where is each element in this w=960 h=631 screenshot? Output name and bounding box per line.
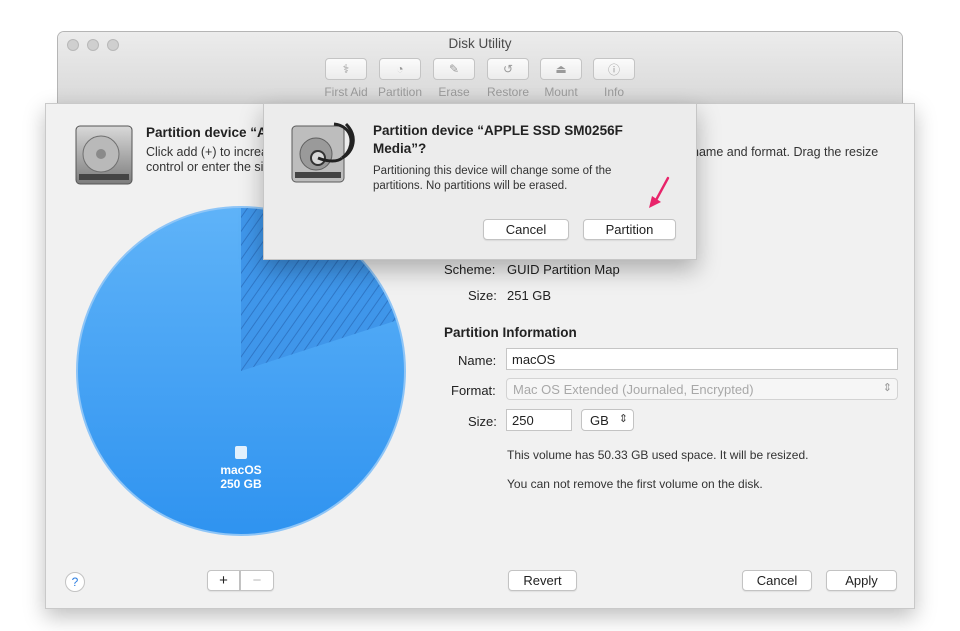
window-title: Disk Utility (448, 36, 512, 51)
restore-icon: ↺ (487, 58, 529, 80)
remove-partition-button[interactable]: − (240, 570, 274, 591)
toolbar-mount[interactable]: ⏏ Mount (534, 58, 588, 99)
toolbar-first-aid[interactable]: ⚕ First Aid (319, 58, 373, 99)
mount-icon: ⏏ (540, 58, 582, 80)
dialog-title-line1: Partition device “APPLE SSD SM0256F (373, 123, 623, 138)
toolbar-partition[interactable]: ◔ Partition (373, 58, 427, 99)
name-label: Name: (458, 353, 497, 368)
toolbar-restore[interactable]: ↺ Restore (481, 58, 535, 99)
dialog-cancel-button[interactable]: Cancel (483, 219, 569, 240)
stethoscope-icon: ⚕ (325, 58, 367, 80)
info-icon: ⓘ (593, 58, 635, 80)
pie-volume-size: 250 GB (220, 477, 262, 491)
updown-chevron-icon: ⇕ (618, 413, 628, 425)
partition-icon: ◔ (379, 58, 421, 80)
toolbar-label: First Aid (324, 85, 368, 99)
disk-size-value: 251 GB (507, 288, 552, 303)
dialog-title-line2: Media”? (373, 141, 427, 156)
disk-size-label: Size: (468, 288, 497, 303)
hard-drive-icon (75, 125, 133, 185)
pie-volume-name: macOS (220, 463, 261, 477)
toolbar-label: Partition (377, 85, 423, 99)
partition-info-title: Partition Information (444, 325, 577, 340)
sheet-description-line2: control or enter the siz (146, 160, 270, 174)
dialog-message-line1: Partitioning this device will change som… (373, 165, 612, 177)
partition-name-field[interactable]: macOS (506, 348, 898, 370)
partition-size-field[interactable]: 250 (506, 409, 572, 431)
toolbar-info[interactable]: ⓘ Info (587, 58, 641, 99)
resize-note: This volume has 50.33 GB used space. It … (507, 448, 809, 462)
scheme-value: GUID Partition Map (507, 262, 620, 277)
erase-icon: ✎ (433, 58, 475, 80)
disk-utility-window: Disk Utility ⚕ First Aid ◔ Partition ✎ E… (58, 32, 902, 112)
toolbar-label: Erase (438, 85, 470, 99)
dialog-partition-button[interactable]: Partition (583, 219, 676, 240)
format-select-value: Mac OS Extended (Journaled, Encrypted) (513, 382, 754, 397)
toolbar-label: Mount (544, 85, 578, 99)
finder-volume-icon (235, 446, 247, 459)
pink-arrow-annotation (649, 176, 670, 208)
toolbar-label: Restore (486, 85, 530, 99)
toolbar-label: Info (603, 85, 624, 99)
partition-confirm-dialog: Partition device “APPLE SSD SM0256F Medi… (263, 103, 697, 260)
format-label: Format: (451, 383, 496, 398)
size-unit-value: GB (590, 413, 609, 428)
add-partition-button[interactable]: + (207, 570, 240, 591)
disk-utility-app-icon (291, 122, 355, 183)
toolbar-erase[interactable]: ✎ Erase (427, 58, 481, 99)
size-unit-select[interactable]: GB ⇕ (581, 409, 634, 431)
format-select[interactable]: Mac OS Extended (Journaled, Encrypted) ⇕ (506, 378, 898, 400)
help-button[interactable]: ? (65, 572, 85, 592)
scheme-label: Scheme: (444, 262, 496, 277)
sheet-heading: Partition device “A (146, 125, 267, 140)
cancel-button[interactable]: Cancel (742, 570, 812, 591)
revert-button[interactable]: Revert (508, 570, 577, 591)
apply-button[interactable]: Apply (826, 570, 897, 591)
partition-size-label: Size: (468, 414, 497, 429)
sheet-description-line1: Click add (+) to increa (146, 145, 268, 159)
remove-note: You can not remove the first volume on t… (507, 477, 763, 491)
updown-chevron-icon: ⇕ (882, 382, 892, 394)
dialog-message-line2: partitions. No partitions will be erased… (373, 180, 568, 192)
sheet-description-right: name and format. Drag the resize (692, 145, 879, 159)
